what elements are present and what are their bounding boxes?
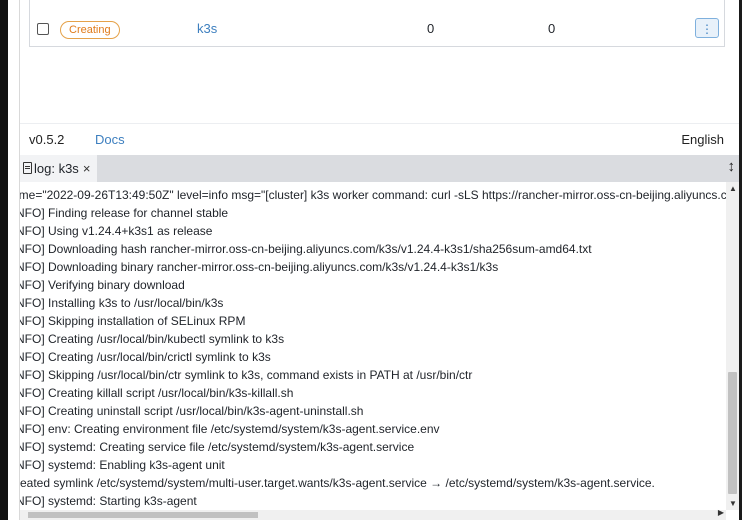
log-line: NFO] Downloading hash rancher-mirror.oss… bbox=[20, 242, 592, 256]
cluster-name-link[interactable]: k3s bbox=[197, 21, 217, 36]
tab-log-k3s[interactable]: log: k3s × bbox=[20, 155, 97, 182]
close-icon[interactable]: × bbox=[83, 161, 91, 176]
row-checkbox[interactable] bbox=[37, 23, 49, 35]
count-cell-1: 0 bbox=[427, 21, 435, 36]
log-line: NFO] systemd: Starting k3s-agent bbox=[20, 494, 197, 508]
log-line: NFO] env: Creating environment file /etc… bbox=[20, 422, 440, 436]
log-tab-bar: log: k3s × ↕ bbox=[20, 155, 739, 182]
log-line: NFO] Finding release for channel stable bbox=[20, 206, 229, 220]
log-line: NFO] systemd: Creating service file /etc… bbox=[20, 440, 415, 454]
language-selector[interactable]: English bbox=[681, 132, 724, 147]
vertical-scroll-thumb[interactable] bbox=[728, 372, 737, 494]
vertical-scrollbar[interactable]: ▲ ▼ bbox=[726, 182, 739, 510]
side-gutter bbox=[8, 0, 20, 520]
log-output: ime="2022-09-26T13:49:50Z" level=info ms… bbox=[20, 182, 726, 510]
log-line: NFO] Skipping /usr/local/bin/ctr symlink… bbox=[20, 368, 473, 382]
resize-vertical-icon[interactable]: ↕ bbox=[728, 158, 736, 175]
log-line: NFO] Using v1.24.4+k3s1 as release bbox=[20, 224, 213, 238]
log-line: NFO] Creating killall script /usr/local/… bbox=[20, 386, 294, 400]
table-row: Creating k3s 0 0 ⋮ bbox=[30, 12, 724, 46]
tab-label: log: k3s bbox=[34, 161, 79, 176]
count-cell-2: 0 bbox=[548, 21, 556, 36]
window-edge-left bbox=[0, 0, 8, 520]
log-line: NFO] Verifying binary download bbox=[20, 278, 185, 292]
scroll-up-icon[interactable]: ▲ bbox=[729, 184, 737, 193]
log-line: NFO] Creating uninstall script /usr/loca… bbox=[20, 404, 364, 418]
scroll-right-icon[interactable]: ▶ bbox=[718, 508, 724, 517]
horizontal-scroll-thumb[interactable] bbox=[28, 512, 258, 518]
log-line: NFO] Creating /usr/local/bin/crictl syml… bbox=[20, 350, 271, 364]
row-actions-button[interactable]: ⋮ bbox=[695, 18, 719, 38]
more-vertical-icon: ⋮ bbox=[701, 22, 713, 36]
docs-link[interactable]: Docs bbox=[95, 132, 125, 147]
cluster-table: Creating k3s 0 0 ⋮ bbox=[29, 0, 725, 47]
log-line: NFO] Skipping installation of SELinux RP… bbox=[20, 314, 246, 328]
version-label: v0.5.2 bbox=[29, 132, 65, 147]
horizontal-scrollbar[interactable]: ▶ bbox=[20, 508, 726, 520]
log-line: reated symlink /etc/systemd/system/multi… bbox=[20, 476, 655, 490]
log-line: NFO] Downloading binary rancher-mirror.o… bbox=[20, 260, 499, 274]
status-badge: Creating bbox=[60, 21, 120, 39]
log-line: NFO] Creating /usr/local/bin/kubectl sym… bbox=[20, 332, 285, 346]
log-lines: ime="2022-09-26T13:49:50Z" level=info ms… bbox=[20, 186, 726, 510]
log-line: NFO] Installing k3s to /usr/local/bin/k3… bbox=[20, 296, 224, 310]
page-footer: v0.5.2 Docs English bbox=[20, 123, 739, 155]
document-icon bbox=[23, 162, 32, 174]
log-line: ime="2022-09-26T13:49:50Z" level=info ms… bbox=[20, 188, 726, 202]
scroll-down-icon[interactable]: ▼ bbox=[729, 499, 737, 508]
log-line: NFO] systemd: Enabling k3s-agent unit bbox=[20, 458, 225, 472]
